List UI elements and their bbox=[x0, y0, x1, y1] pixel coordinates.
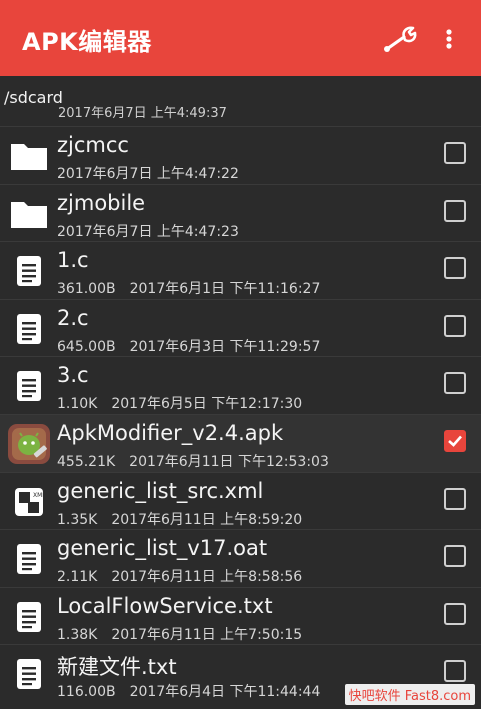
list-item[interactable]: XML generic_list_src.xml 1.35K 2017年6月11日 上… bbox=[0, 471, 481, 530]
file-date: 2017年6月11日 上午7:50:15 bbox=[111, 626, 303, 643]
file-meta: 2.11K 2017年6月11日 上午8:58:56 bbox=[57, 566, 302, 586]
file-size: 116.00B bbox=[57, 684, 116, 701]
file-name: 2.c bbox=[57, 305, 89, 330]
watermark: 快吧软件 Fast8.com bbox=[344, 684, 475, 705]
file-size: 1.10K bbox=[57, 396, 98, 413]
list-item[interactable]: generic_list_v17.oat 2.11K 2017年6月11日 上午8:… bbox=[0, 529, 481, 587]
file-meta: 2017年6月7日 上午4:47:22 bbox=[57, 163, 239, 183]
select-checkbox[interactable] bbox=[444, 372, 466, 395]
list-item[interactable]: 2.c 645.00B 2017年6月3日 下午11:29:57 bbox=[0, 298, 481, 357]
file-meta: 645.00B 2017年6月3日 下午11:29:57 bbox=[57, 336, 320, 356]
list-item[interactable]: zjcmcc 2017年6月7日 上午4:47:22 bbox=[0, 126, 481, 184]
list-item[interactable]: 1.c 361.00B 2017年6月1日 下午11:16:27 bbox=[0, 241, 481, 299]
file-size: 455.21K bbox=[57, 453, 116, 470]
current-path: /sdcard bbox=[4, 88, 63, 107]
file-date: 2017年6月3日 下午11:29:57 bbox=[129, 338, 321, 355]
app-title: APK编辑器 bbox=[22, 28, 152, 56]
select-checkbox[interactable] bbox=[444, 602, 466, 625]
partial-list-item: 2017年6月7日 上午4:49:37 bbox=[58, 106, 227, 120]
file-date: 2017年6月11日 下午12:53:03 bbox=[129, 453, 329, 470]
file-size: 2.11K bbox=[57, 569, 98, 586]
file-meta: 1.38K 2017年6月11日 上午7:50:15 bbox=[57, 624, 302, 644]
file-size: 1.38K bbox=[57, 626, 98, 643]
file-name: 1.c bbox=[57, 248, 89, 273]
file-meta: 1.35K 2017年6月11日 上午8:59:20 bbox=[57, 509, 302, 529]
file-meta: 361.00B 2017年6月1日 下午11:16:27 bbox=[57, 278, 320, 298]
file-list: zjcmcc 2017年6月7日 上午4:47:22 zjmobile 2017年6月… bbox=[0, 126, 481, 702]
file-meta: 116.00B 2017年6月4日 下午11:44:44 bbox=[57, 681, 320, 701]
file-date: 2017年6月11日 上午8:58:56 bbox=[111, 569, 303, 586]
file-date: 2017年6月7日 上午4:47:23 bbox=[57, 223, 239, 240]
document-icon bbox=[6, 250, 52, 292]
file-size: 1.35K bbox=[57, 511, 98, 528]
list-item[interactable]: LocalFlowService.txt 1.38K 2017年6月11日 上午7:… bbox=[0, 586, 481, 645]
select-checkbox[interactable] bbox=[444, 487, 466, 510]
file-name: generic_list_src.xml bbox=[57, 478, 264, 503]
file-meta: 455.21K 2017年6月11日 下午12:53:03 bbox=[57, 451, 329, 471]
file-name: 新建文件.txt bbox=[57, 655, 177, 680]
file-date: 2017年6月1日 下午11:16:27 bbox=[129, 281, 321, 298]
file-size: 361.00B bbox=[57, 281, 116, 298]
folder-icon bbox=[6, 135, 52, 177]
select-checkbox[interactable] bbox=[444, 257, 466, 280]
file-name: LocalFlowService.txt bbox=[57, 593, 273, 618]
file-name: 3.c bbox=[57, 363, 89, 388]
select-checkbox[interactable] bbox=[444, 314, 466, 337]
xml-file-icon: XML bbox=[6, 481, 52, 523]
select-checkbox[interactable] bbox=[444, 660, 466, 683]
document-icon bbox=[6, 596, 52, 638]
overflow-menu-icon[interactable] bbox=[438, 22, 460, 56]
app-bar: APK编辑器 bbox=[0, 0, 481, 76]
file-name: zjmobile bbox=[57, 190, 146, 215]
document-icon bbox=[6, 653, 52, 695]
file-name: zjcmcc bbox=[57, 133, 129, 157]
select-checkbox[interactable] bbox=[444, 429, 466, 452]
file-date: 2017年6月7日 上午4:47:22 bbox=[57, 166, 239, 182]
list-item[interactable]: ApkModifier_v2.4.apk 455.21K 2017年6月11日 下午… bbox=[0, 413, 481, 472]
folder-icon bbox=[6, 193, 52, 235]
wrench-icon[interactable] bbox=[380, 22, 420, 56]
list-item[interactable]: 3.c 1.10K 2017年6月5日 下午12:17:30 bbox=[0, 356, 481, 414]
list-item[interactable]: zjmobile 2017年6月7日 上午4:47:23 bbox=[0, 183, 481, 242]
file-name: generic_list_v17.oat bbox=[57, 536, 268, 561]
file-name: ApkModifier_v2.4.apk bbox=[57, 420, 284, 445]
select-checkbox[interactable] bbox=[444, 142, 466, 164]
file-meta: 1.10K 2017年6月5日 下午12:17:30 bbox=[57, 393, 302, 413]
document-icon bbox=[6, 308, 52, 350]
android-app-icon bbox=[6, 423, 52, 465]
file-date: 2017年6月11日 上午8:59:20 bbox=[111, 511, 303, 528]
file-meta: 2017年6月7日 上午4:47:23 bbox=[57, 221, 239, 241]
select-checkbox[interactable] bbox=[444, 545, 466, 568]
document-icon bbox=[6, 365, 52, 407]
document-icon bbox=[6, 538, 52, 580]
svg-text:XML: XML bbox=[33, 492, 44, 499]
file-date: 2017年6月4日 下午11:44:44 bbox=[129, 684, 321, 701]
file-date: 2017年6月5日 下午12:17:30 bbox=[111, 396, 303, 413]
select-checkbox[interactable] bbox=[444, 199, 466, 222]
file-size: 645.00B bbox=[57, 338, 116, 355]
